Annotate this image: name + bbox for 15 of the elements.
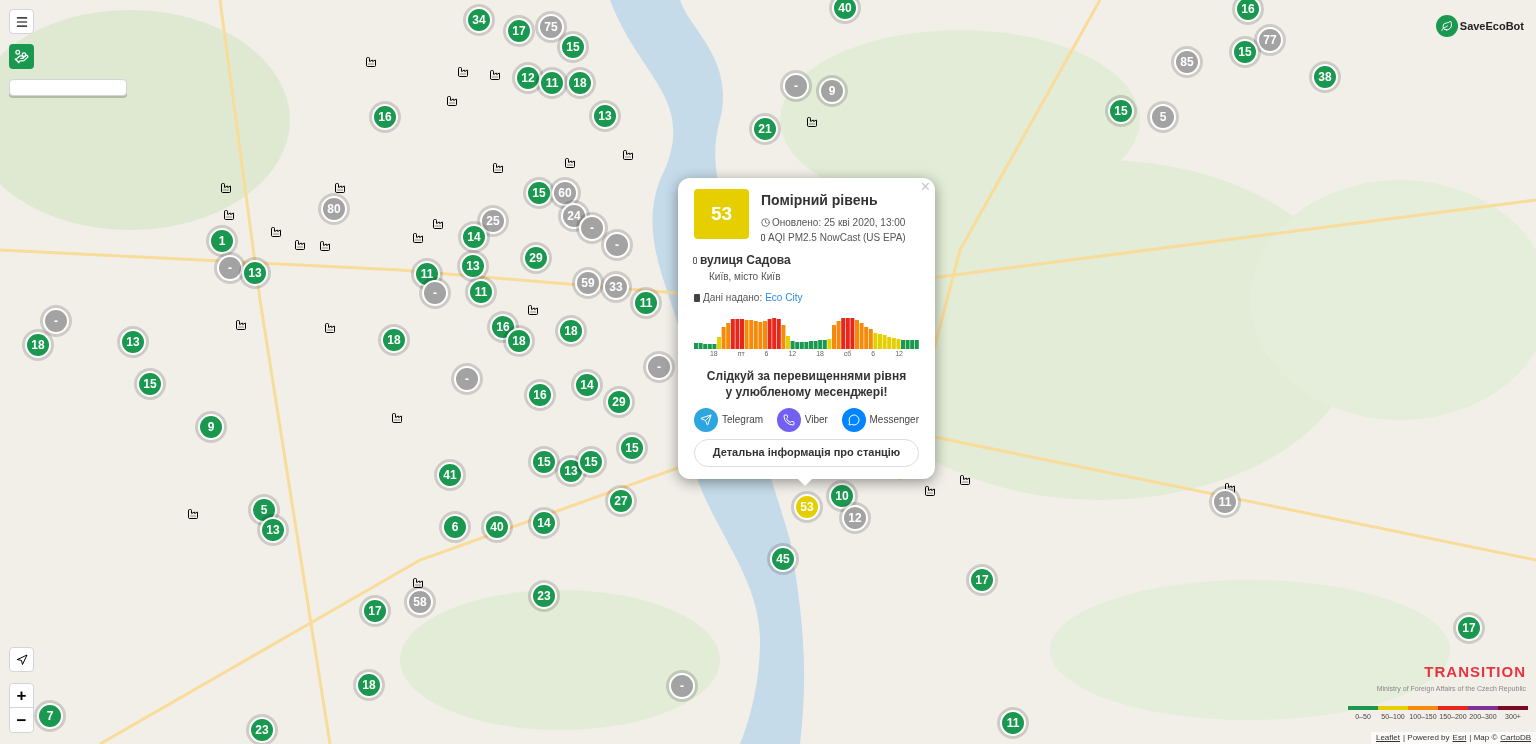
promo-text: Слідкуй за перевищеннями рівня у улюбленому месенджері! [705, 367, 908, 400]
attribution-text: | Map © [1469, 732, 1498, 744]
aqi-badge: 53 [694, 189, 749, 239]
logo-text: SaveEcoBot [1459, 18, 1524, 34]
provider-label: Дані надано: [703, 291, 763, 305]
messenger-label: Viber [804, 413, 828, 427]
sponsor-logo-text: TRANSITION [1424, 662, 1526, 682]
updated-text: Оновлено: 25 кві 2020, 13:00 [772, 216, 906, 230]
messenger-label: Telegram [722, 413, 764, 427]
station-name: вулиця Садова [700, 252, 791, 269]
attribution-text: | Powered by [1403, 732, 1450, 744]
index-text: AQI PM2.5 NowCast (US EPA) [768, 231, 906, 245]
station-city: Київ, місто Київ [708, 270, 782, 284]
level-title: Помірний рівень [761, 191, 879, 210]
messenger-label: Messenger [869, 413, 919, 427]
